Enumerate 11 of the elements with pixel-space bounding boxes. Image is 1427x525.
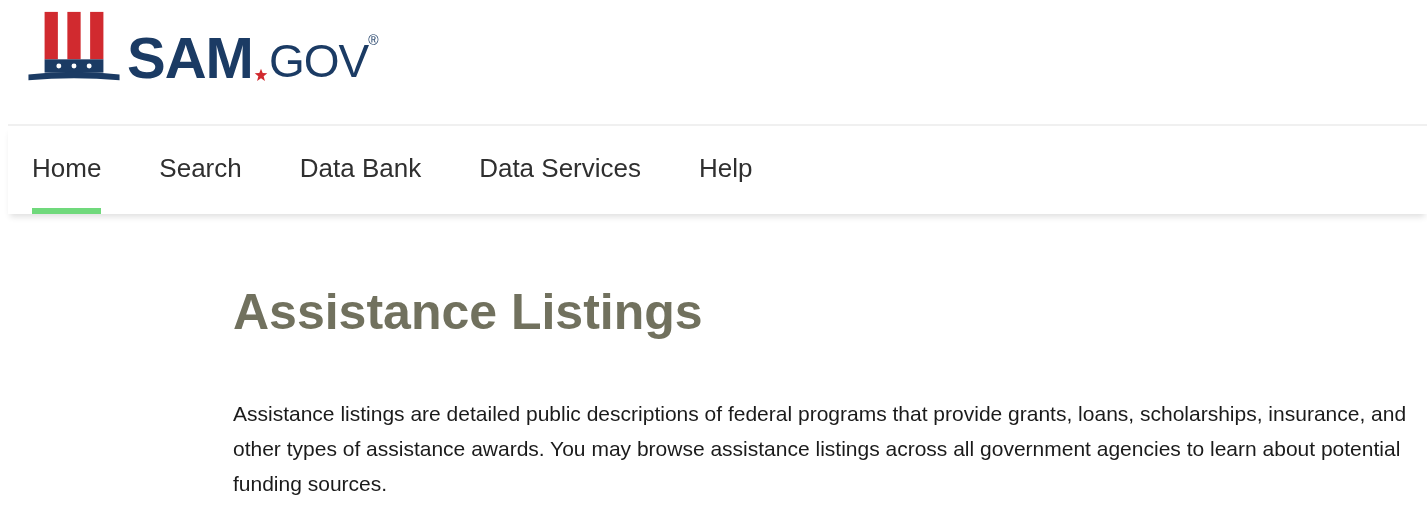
description-paragraph: Assistance listings are detailed public descriptions of federal programs that provide grants, loans, scholarships, insurance, and other types of assistance awards. You may browse assistance listings across all government agencies to learn about potential funding sources. <box>233 401 1408 497</box>
nav-tab[interactable]: Search <box>159 153 242 214</box>
logo-domain: GOV <box>268 38 369 84</box>
registered-mark: ® <box>368 32 379 48</box>
star-icon <box>253 68 268 82</box>
nav-tab[interactable]: Data Bank <box>299 153 422 214</box>
page-title: Assistance Listings <box>233 283 704 342</box>
logo-wordmark: SAM <box>127 32 253 84</box>
nav-tab[interactable]: Data Services <box>479 153 641 214</box>
nav-tab[interactable]: Help <box>699 153 753 214</box>
nav-tab[interactable]: Home <box>32 153 102 214</box>
